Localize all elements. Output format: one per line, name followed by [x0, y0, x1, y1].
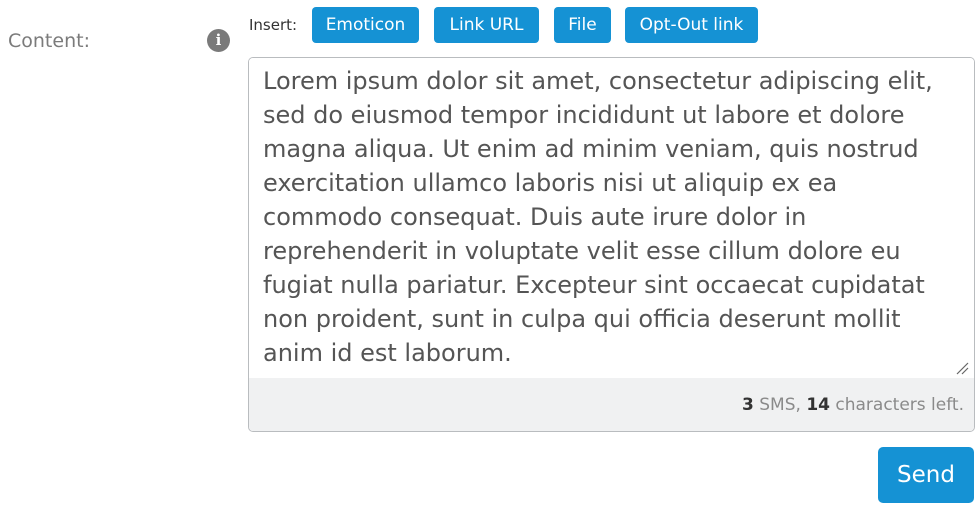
insert-emoticon-button[interactable]: Emoticon — [312, 7, 419, 43]
chars-left-label: characters left. — [829, 395, 964, 415]
chars-left-count: 14 — [806, 395, 830, 415]
sms-count: 3 — [742, 395, 754, 415]
insert-file-button[interactable]: File — [554, 7, 611, 43]
insert-label: Insert: — [249, 16, 298, 34]
sms-counter-bar: 3 SMS, 14 characters left. — [249, 378, 974, 431]
sms-count-label: SMS, — [753, 395, 807, 415]
content-label: Content: — [8, 30, 90, 52]
info-icon[interactable]: i — [207, 29, 230, 52]
sms-counter: 3 SMS, 14 characters left. — [742, 395, 964, 415]
message-box: Lorem ipsum dolor sit amet, consectetur … — [248, 57, 975, 432]
insert-opt-out-link-button[interactable]: Opt-Out link — [625, 7, 758, 43]
send-button[interactable]: Send — [878, 447, 974, 503]
sms-compose-form: Content: i Insert: Emoticon Link URL Fil… — [0, 0, 980, 511]
insert-link-url-button[interactable]: Link URL — [434, 7, 539, 43]
message-textarea[interactable]: Lorem ipsum dolor sit amet, consectetur … — [249, 58, 974, 378]
resize-handle-icon[interactable] — [955, 361, 969, 375]
